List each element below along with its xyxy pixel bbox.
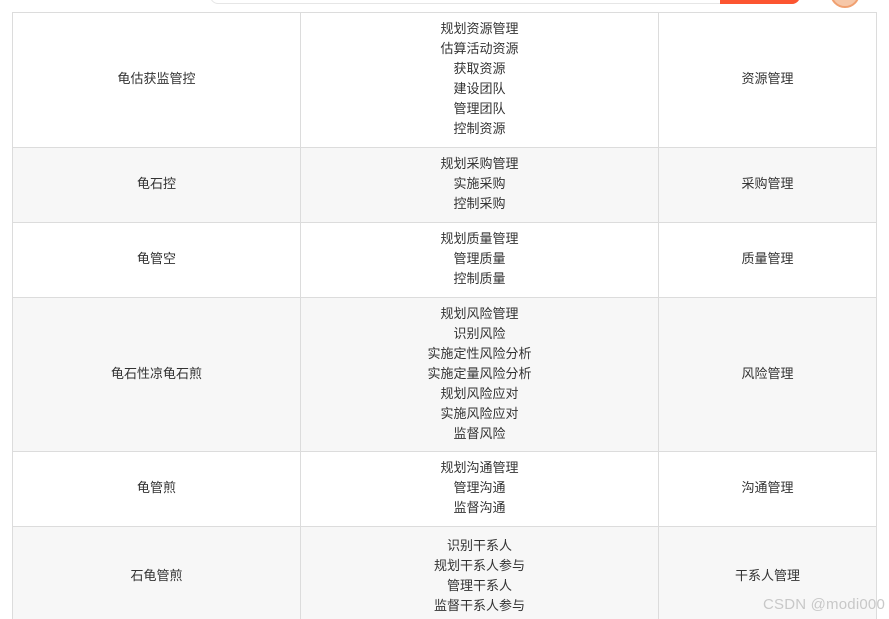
process-item: 实施风险应对 (440, 406, 519, 422)
process-table: 龟估获监管控 规划资源管理 估算活动资源 获取资源 建设团队 管理团队 控制资源… (12, 12, 877, 619)
process-item: 管理沟通 (453, 481, 506, 496)
process-item: 管理团队 (453, 102, 506, 117)
avatar[interactable] (830, 0, 860, 8)
process-item: 监督沟通 (453, 501, 506, 516)
mnemonic-cell: 龟管煎 (12, 452, 300, 526)
process-item: 估算活动资源 (440, 42, 519, 57)
mnemonic-text: 龟石控 (136, 177, 176, 192)
table-row: 龟石控 规划采购管理 实施采购 控制采购 采购管理 (12, 148, 877, 223)
process-item: 监督干系人参与 (433, 598, 525, 614)
process-list-cell: 规划质量管理 管理质量 控制质量 (300, 223, 658, 297)
mnemonic-cell: 龟石性凉龟石煎 (12, 298, 300, 451)
process-item: 规划风险应对 (440, 386, 519, 402)
mnemonic-cell: 石龟管煎 (12, 527, 300, 619)
knowledge-area-cell: 质量管理 (658, 223, 877, 297)
search-input[interactable] (210, 0, 800, 4)
process-item: 管理干系人 (446, 578, 512, 594)
process-list-cell: 识别干系人 规划干系人参与 管理干系人 监督干系人参与 (300, 527, 658, 619)
process-list-cell: 规划沟通管理 管理沟通 监督沟通 (300, 452, 658, 526)
search-button[interactable] (720, 0, 800, 4)
mnemonic-text: 龟石性凉龟石煎 (110, 366, 202, 382)
knowledge-area-cell: 风险管理 (658, 298, 877, 451)
table-row: 龟估获监管控 规划资源管理 估算活动资源 获取资源 建设团队 管理团队 控制资源… (12, 13, 877, 148)
process-item: 规划沟通管理 (440, 461, 519, 476)
table-row: 龟石性凉龟石煎 规划风险管理 识别风险 实施定性风险分析 实施定量风险分析 规划… (12, 298, 877, 452)
process-list-cell: 规划采购管理 实施采购 控制采购 (300, 148, 658, 222)
process-item: 识别干系人 (446, 538, 512, 554)
knowledge-area-text: 干系人管理 (734, 568, 800, 584)
mnemonic-text: 龟管空 (136, 252, 176, 267)
knowledge-area-text: 沟通管理 (741, 481, 794, 496)
knowledge-area-text: 资源管理 (741, 72, 794, 87)
knowledge-area-text: 采购管理 (741, 177, 794, 192)
process-item: 控制采购 (453, 197, 506, 212)
table-row: 石龟管煎 识别干系人 规划干系人参与 管理干系人 监督干系人参与 干系人管理 (12, 527, 877, 619)
process-item: 控制质量 (453, 272, 506, 287)
knowledge-area-cell: 资源管理 (658, 13, 877, 147)
process-item: 管理质量 (453, 252, 506, 267)
process-list-cell: 规划风险管理 识别风险 实施定性风险分析 实施定量风险分析 规划风险应对 实施风… (300, 298, 658, 451)
process-item: 规划风险管理 (440, 306, 519, 322)
process-item: 监督风险 (453, 426, 506, 442)
watermark: CSDN @modi000 (762, 596, 885, 613)
knowledge-area-text: 风险管理 (741, 366, 794, 382)
process-item: 实施采购 (453, 177, 506, 192)
mnemonic-text: 龟管煎 (136, 481, 176, 496)
process-item: 获取资源 (453, 62, 506, 77)
mnemonic-cell: 龟估获监管控 (12, 13, 300, 147)
process-item: 识别风险 (453, 326, 506, 342)
page: 龟估获监管控 规划资源管理 估算活动资源 获取资源 建设团队 管理团队 控制资源… (0, 0, 889, 619)
process-item: 规划采购管理 (440, 157, 519, 172)
process-item: 规划干系人参与 (433, 558, 525, 574)
knowledge-area-cell: 采购管理 (658, 148, 877, 222)
mnemonic-cell: 龟管空 (12, 223, 300, 297)
knowledge-area-cell: 沟通管理 (658, 452, 877, 526)
process-item: 规划质量管理 (440, 232, 519, 247)
process-list-cell: 规划资源管理 估算活动资源 获取资源 建设团队 管理团队 控制资源 (300, 13, 658, 147)
process-item: 实施定性风险分析 (427, 346, 532, 362)
knowledge-area-text: 质量管理 (741, 252, 794, 267)
mnemonic-text: 石龟管煎 (130, 568, 183, 584)
process-item: 实施定量风险分析 (427, 366, 532, 382)
process-item: 控制资源 (453, 122, 506, 137)
table-row: 龟管空 规划质量管理 管理质量 控制质量 质量管理 (12, 223, 877, 298)
mnemonic-text: 龟估获监管控 (117, 72, 196, 87)
mnemonic-cell: 龟石控 (12, 148, 300, 222)
process-item: 规划资源管理 (440, 22, 519, 37)
process-item: 建设团队 (453, 82, 506, 97)
top-toolbar-partial (0, 0, 889, 12)
table-row: 龟管煎 规划沟通管理 管理沟通 监督沟通 沟通管理 (12, 452, 877, 527)
